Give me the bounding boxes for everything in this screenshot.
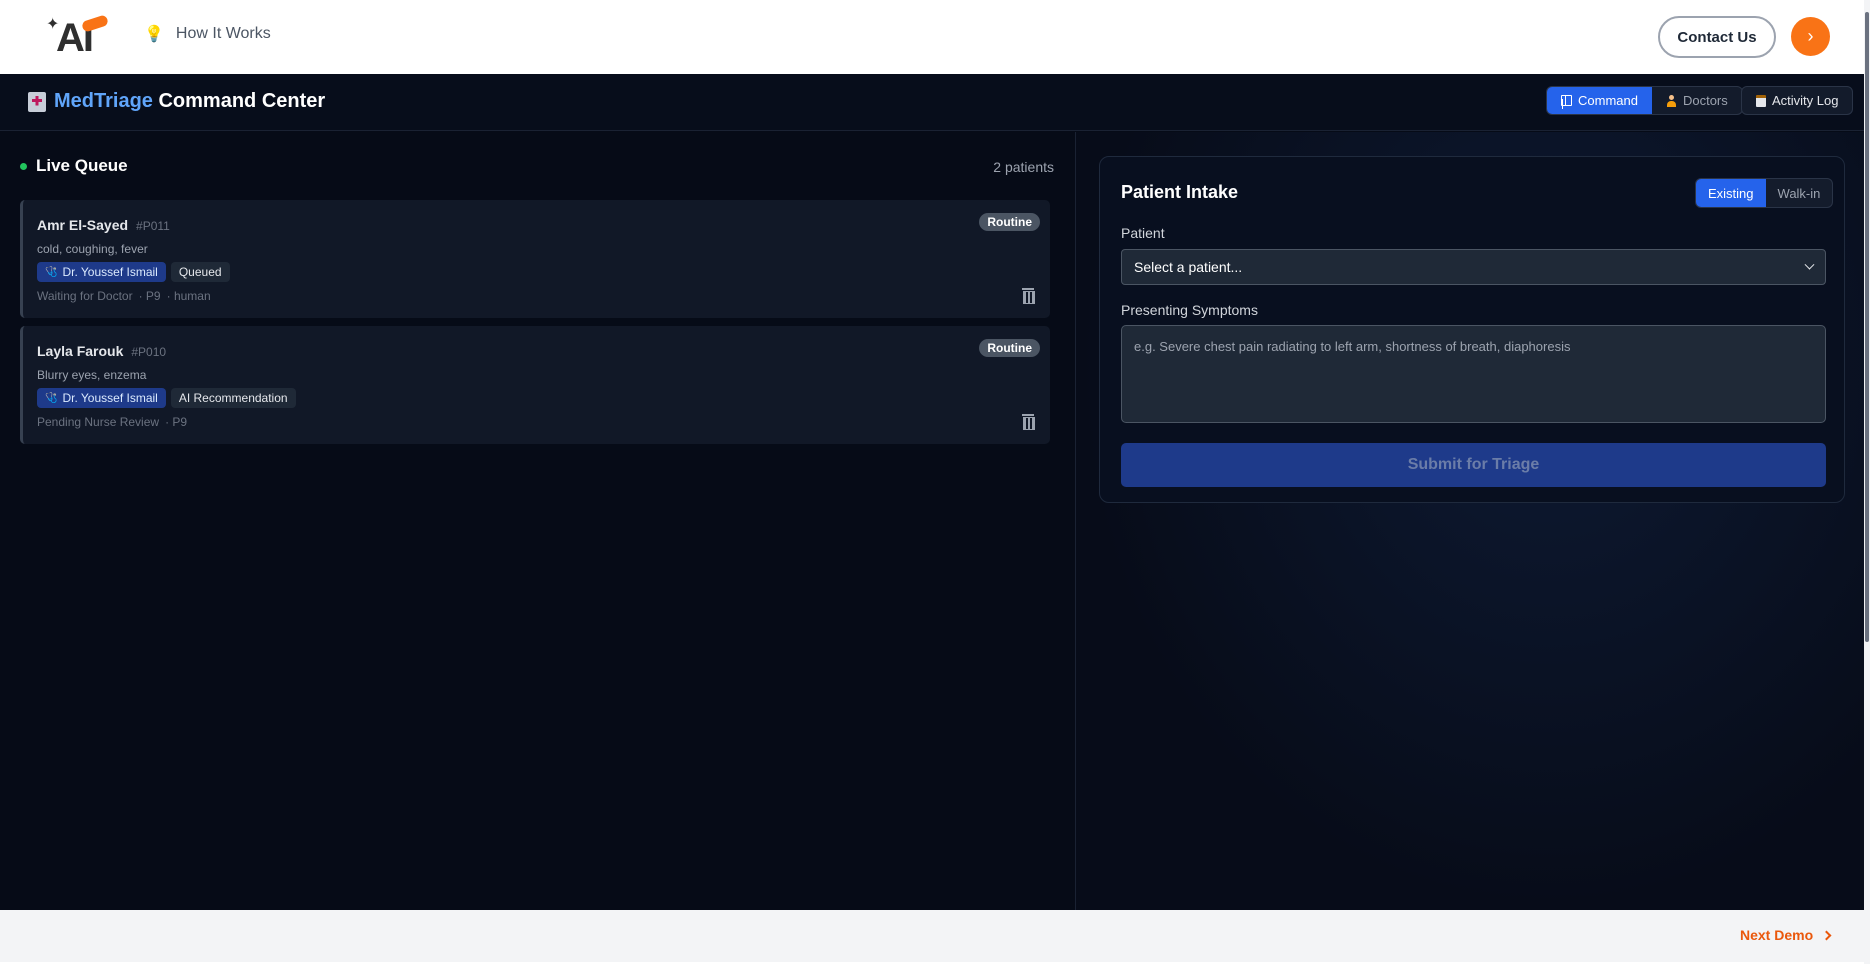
mode-walk-in[interactable]: Walk-in — [1766, 179, 1833, 207]
patient-tags: 🩺 Dr. Youssef Ismail Queued — [37, 262, 230, 282]
activity-log-button[interactable]: Activity Log — [1742, 87, 1852, 114]
next-demo-link[interactable]: Next Demo — [1740, 927, 1832, 943]
patient-id: #P010 — [131, 345, 167, 359]
view-switcher: Command Doctors — [1546, 86, 1743, 115]
queue-card[interactable]: Layla Farouk #P010 Blurry eyes, enzema 🩺… — [20, 326, 1050, 444]
assigned-doctor-name: Dr. Youssef Ismail — [62, 265, 158, 279]
symptoms-label: Presenting Symptoms — [1121, 302, 1258, 318]
trash-icon[interactable] — [1022, 414, 1035, 430]
symptoms-input[interactable] — [1121, 325, 1826, 423]
lightbulb-icon: 💡 — [144, 26, 164, 43]
app-header: MedTriage Command Center Command Doctors… — [0, 74, 1864, 131]
assigned-doctor-tag: 🩺 Dr. Youssef Ismail — [37, 262, 166, 282]
patient-symptoms: cold, coughing, fever — [37, 242, 148, 256]
patient-tags: 🩺 Dr. Youssef Ismail AI Recommendation — [37, 388, 296, 408]
site-header: ✦ AI 💡 How It Works Contact Us › — [0, 0, 1870, 74]
live-queue: Live Queue 2 patients Amr El-Sayed #P011… — [0, 132, 1075, 910]
site-logo[interactable]: ✦ AI — [46, 14, 110, 60]
patient-meta: Pending Nurse Review · P9 — [37, 415, 187, 429]
assigned-doctor-tag: 🩺 Dr. Youssef Ismail — [37, 388, 166, 408]
hospital-icon — [28, 91, 46, 112]
activity-log-label: Activity Log — [1772, 93, 1839, 108]
meta-source: · human — [166, 289, 211, 303]
stethoscope-icon: 🩺 — [45, 392, 58, 404]
stethoscope-icon: 🩺 — [45, 266, 58, 278]
patient-name-line: Amr El-Sayed #P011 — [37, 217, 170, 233]
chevron-down-icon — [1804, 259, 1815, 270]
priority-badge: Routine — [979, 339, 1040, 357]
tab-command-label: Command — [1578, 93, 1638, 108]
medtriage-app: MedTriage Command Center Command Doctors… — [0, 74, 1864, 910]
patient-select[interactable]: Select a patient... — [1121, 249, 1826, 285]
meta-priority-level: · P9 — [165, 415, 188, 429]
intake-title: Patient Intake — [1121, 182, 1239, 202]
patient-intake-panel: Patient Intake Existing Walk-in Patient … — [1099, 156, 1845, 503]
status-badge: Queued — [170, 262, 230, 282]
app-brand: MedTriage — [54, 90, 153, 112]
queue-title: Live Queue — [36, 156, 128, 175]
patient-id: #P011 — [136, 219, 170, 233]
clipboard-icon — [1756, 94, 1766, 107]
chevron-right-icon: › — [1807, 26, 1814, 46]
app-title: MedTriage Command Center — [28, 90, 325, 113]
chevron-right-icon — [1821, 930, 1832, 940]
patient-select-value: Select a patient... — [1134, 259, 1243, 275]
meta-priority-level: · P9 — [138, 289, 161, 303]
queue-card[interactable]: Amr El-Sayed #P011 cold, coughing, fever… — [20, 200, 1050, 318]
mode-existing[interactable]: Existing — [1696, 179, 1766, 207]
assigned-doctor-name: Dr. Youssef Ismail — [62, 391, 158, 405]
tab-command[interactable]: Command — [1547, 87, 1652, 114]
patient-name: Layla Farouk — [37, 343, 124, 359]
patient-name-line: Layla Farouk #P010 — [37, 343, 166, 359]
contact-us-button[interactable]: Contact Us — [1658, 16, 1776, 58]
queue-count: 2 patients — [993, 159, 1054, 175]
how-it-works-label: How It Works — [175, 25, 271, 42]
live-indicator-icon — [20, 162, 27, 170]
next-demo-label: Next Demo — [1740, 927, 1814, 943]
trash-icon[interactable] — [1022, 288, 1035, 304]
how-it-works-link[interactable]: 💡 How It Works — [144, 24, 271, 44]
activity-log-switch: Activity Log — [1741, 86, 1854, 115]
next-arrow-button[interactable]: › — [1791, 17, 1830, 56]
demo-footer: Next Demo — [0, 910, 1864, 962]
patient-symptoms: Blurry eyes, enzema — [37, 368, 147, 382]
submit-triage-button[interactable]: Submit for Triage — [1121, 443, 1826, 487]
page-scrollbar-thumb[interactable] — [1865, 12, 1869, 642]
meta-state: Waiting for Doctor — [37, 289, 133, 303]
doctor-icon — [1666, 94, 1677, 107]
priority-badge: Routine — [979, 213, 1040, 231]
meta-state: Pending Nurse Review — [37, 415, 160, 429]
intake-mode-toggle: Existing Walk-in — [1695, 178, 1834, 208]
tab-doctors-label: Doctors — [1682, 93, 1728, 108]
grid-icon — [1561, 95, 1572, 106]
queue-header: Live Queue — [20, 156, 128, 176]
tab-doctors[interactable]: Doctors — [1652, 87, 1742, 114]
patient-label: Patient — [1121, 225, 1165, 241]
app-title-rest: Command Center — [152, 90, 326, 112]
patient-name: Amr El-Sayed — [37, 217, 129, 233]
status-badge: AI Recommendation — [170, 388, 296, 408]
patient-meta: Waiting for Doctor · P9 · human — [37, 289, 211, 303]
